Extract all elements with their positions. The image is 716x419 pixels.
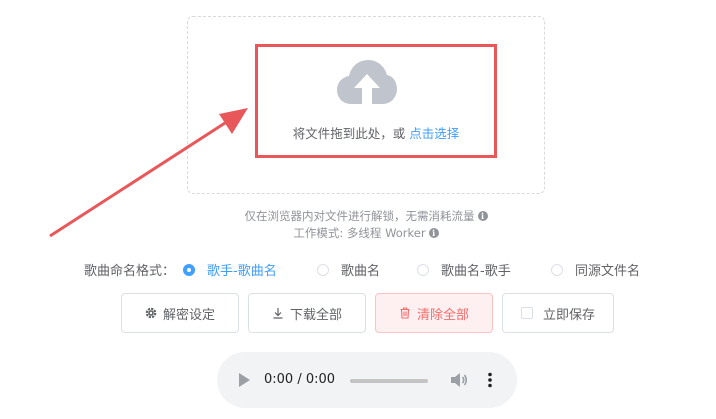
radio-label: 歌曲名 (341, 264, 381, 279)
radio-title-artist[interactable]: 歌曲名-歌手 (417, 260, 511, 279)
volume-icon[interactable] (450, 372, 468, 388)
radio-dot (317, 263, 329, 276)
button-label: 立即保存 (542, 307, 595, 323)
radio-label: 歌手-歌曲名 (207, 264, 277, 279)
save-now-toggle[interactable]: 立即保存 (502, 293, 614, 333)
more-options-icon[interactable] (485, 372, 495, 388)
button-label: 清除全部 (416, 307, 469, 323)
download-icon (272, 307, 284, 319)
audio-time: 0:00 / 0:00 (264, 372, 336, 387)
radio-dot (551, 263, 563, 276)
clear-all-button[interactable]: 清除全部 (375, 293, 493, 333)
save-now-checkbox[interactable] (520, 307, 533, 319)
audio-progress-bar[interactable] (350, 379, 428, 383)
highlight-box (255, 44, 497, 158)
note-line-1: 仅在浏览器内对文件进行解锁，无需消耗流量 i (187, 208, 545, 224)
radio-dot (417, 263, 429, 276)
trash-icon (399, 307, 411, 319)
button-label: 下载全部 (289, 307, 342, 323)
radio-label: 同源文件名 (575, 264, 641, 279)
note-text-1: 仅在浏览器内对文件进行解锁，无需消耗流量 (244, 209, 475, 223)
radio-label: 歌曲名-歌手 (441, 264, 511, 279)
play-icon[interactable] (238, 373, 250, 387)
info-icon: i (428, 228, 439, 238)
download-all-button[interactable]: 下载全部 (248, 293, 366, 333)
info-icon: i (477, 211, 488, 221)
radio-artist-title[interactable]: 歌手-歌曲名 (183, 260, 277, 279)
radio-dot (183, 263, 195, 276)
naming-format-label: 歌曲命名格式： (84, 264, 176, 279)
gear-icon (145, 307, 157, 319)
worker-mode-text: 工作模式: 多线程 Worker (293, 226, 426, 240)
button-label: 解密设定 (162, 307, 215, 323)
note-line-2: 工作模式: 多线程 Worker i (187, 225, 545, 241)
radio-title[interactable]: 歌曲名 (317, 260, 380, 279)
decrypt-settings-button[interactable]: 解密设定 (121, 293, 239, 333)
radio-source-filename[interactable]: 同源文件名 (551, 260, 640, 279)
